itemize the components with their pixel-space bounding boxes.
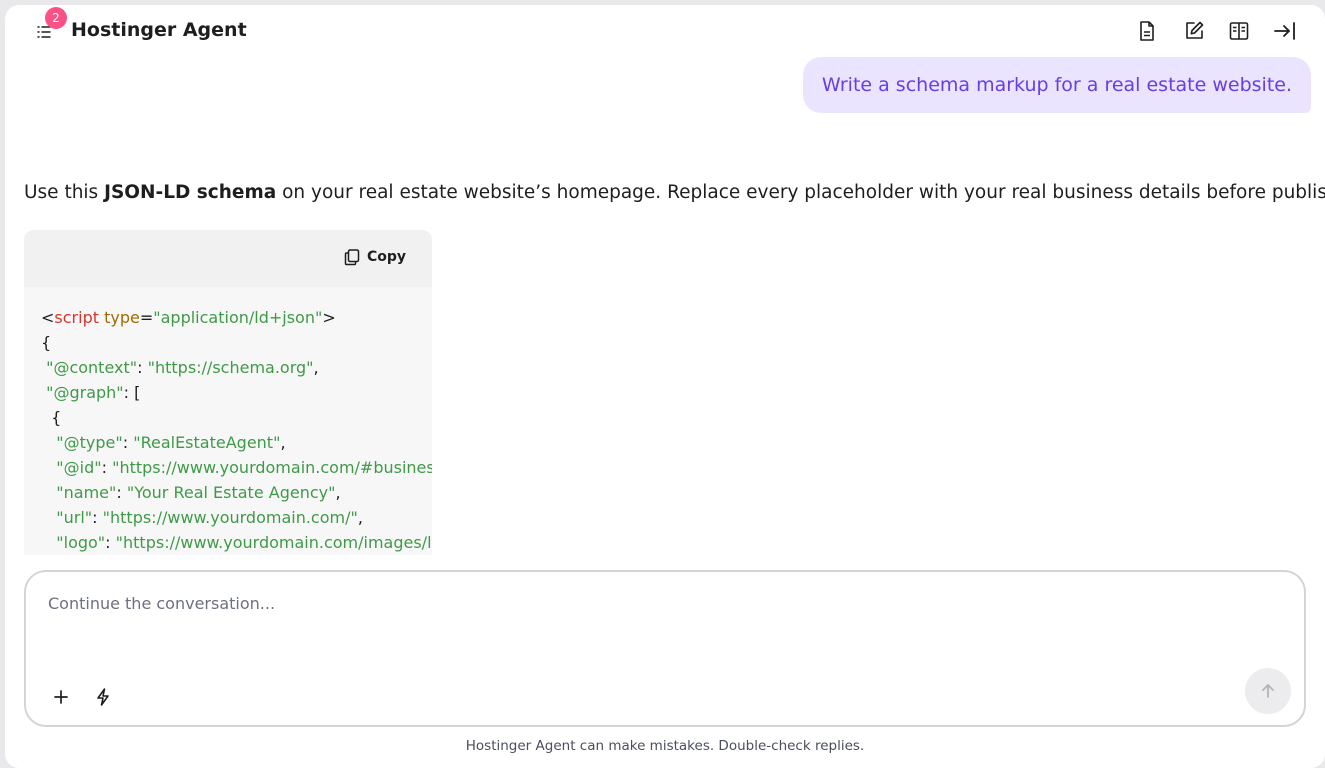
code-token: "https://www.yourdomain.com/#business" <box>112 458 432 477</box>
code-token: "name" <box>56 483 117 502</box>
code-token: "@context" <box>46 358 138 377</box>
collapse-panel-button[interactable] <box>1272 18 1298 44</box>
code-token: : <box>92 508 103 527</box>
code-line: { <box>41 405 432 430</box>
code-token: : [ <box>123 383 141 402</box>
book-icon <box>1229 22 1249 40</box>
code-token: "url" <box>56 508 93 527</box>
page-title: Hostinger Agent <box>71 19 247 41</box>
code-line: "url": "https://www.yourdomain.com/", <box>41 505 432 530</box>
arrow-to-right-icon <box>1274 22 1295 40</box>
code-token: type <box>104 308 140 327</box>
code-token: , <box>357 508 363 527</box>
code-content: <script type="application/ld+json"> { "@c… <box>41 305 432 555</box>
code-line: "logo": "https://www.yourdomain.com/imag… <box>41 530 432 555</box>
code-token: "Your Real Estate Agency" <box>126 483 336 502</box>
code-token: , <box>280 433 286 452</box>
code-token: : <box>137 358 148 377</box>
code-line: "@context": "https://schema.org", <box>41 355 432 380</box>
code-line: "@id": "https://www.yourdomain.com/#busi… <box>41 455 432 480</box>
code-token: : <box>116 483 127 502</box>
plus-icon <box>54 690 68 704</box>
code-token: "https://schema.org" <box>147 358 314 377</box>
copy-button[interactable]: Copy <box>343 248 406 266</box>
composer <box>24 570 1306 727</box>
edit-button[interactable] <box>1181 18 1207 44</box>
code-line: <script type="application/ld+json"> <box>41 305 432 330</box>
code-line: "@graph": [ <box>41 380 432 405</box>
code-token: > <box>322 308 336 327</box>
book-button[interactable] <box>1226 18 1252 44</box>
code-token: "https://www.yourdomain.com/" <box>102 508 358 527</box>
header: 2 Hostinger Agent <box>5 5 1325 57</box>
code-token: "@id" <box>56 458 102 477</box>
code-token: : <box>122 433 134 452</box>
code-token: : <box>105 533 116 552</box>
code-token: { <box>41 333 52 352</box>
assistant-text-bold: JSON-LD schema <box>104 182 277 203</box>
document-icon <box>1140 21 1154 41</box>
code-token: = <box>139 308 154 327</box>
code-token: "logo" <box>56 533 106 552</box>
lightning-icon <box>97 688 109 706</box>
copy-icon <box>344 249 360 266</box>
code-line: "@type": "RealEstateAgent", <box>41 430 432 455</box>
agent-panel: 2 Hostinger Agent Write a schema markup … <box>5 5 1325 768</box>
code-token: "RealEstateAgent" <box>133 433 281 452</box>
quick-actions-button[interactable] <box>90 684 116 710</box>
code-token: script <box>54 308 99 327</box>
message-input[interactable] <box>48 594 1198 654</box>
code-token: { <box>41 408 62 427</box>
copy-label: Copy <box>366 249 406 265</box>
code-token: "@graph" <box>46 383 124 402</box>
code-token: , <box>313 358 319 377</box>
code-line: { <box>41 330 432 355</box>
send-button[interactable] <box>1245 668 1291 714</box>
add-button[interactable] <box>48 684 74 710</box>
code-token: "@type" <box>56 433 123 452</box>
code-block: Copy <script type="application/ld+json">… <box>24 230 432 555</box>
code-token: "https://www.yourdomain.com/images/logo.… <box>115 533 432 552</box>
edit-icon <box>1186 21 1204 39</box>
code-line: "name": "Your Real Estate Agency", <box>41 480 432 505</box>
code-token: : <box>101 458 113 477</box>
notification-badge: 2 <box>45 7 67 29</box>
document-button[interactable] <box>1134 18 1160 44</box>
user-message: Write a schema markup for a real estate … <box>802 57 1311 113</box>
code-token: , <box>335 483 341 502</box>
code-token: "application/ld+json" <box>153 308 323 327</box>
arrow-up-icon <box>1262 684 1274 698</box>
assistant-text-part: Use this <box>24 182 105 203</box>
code-block-header: Copy <box>24 230 432 287</box>
code-token: < <box>41 308 55 327</box>
disclaimer: Hostinger Agent can make mistakes. Doubl… <box>465 738 865 754</box>
assistant-message: Use this JSON-LD schema on your real est… <box>24 182 1325 203</box>
assistant-text-part: on your real estate website’s homepage. … <box>276 182 1325 203</box>
